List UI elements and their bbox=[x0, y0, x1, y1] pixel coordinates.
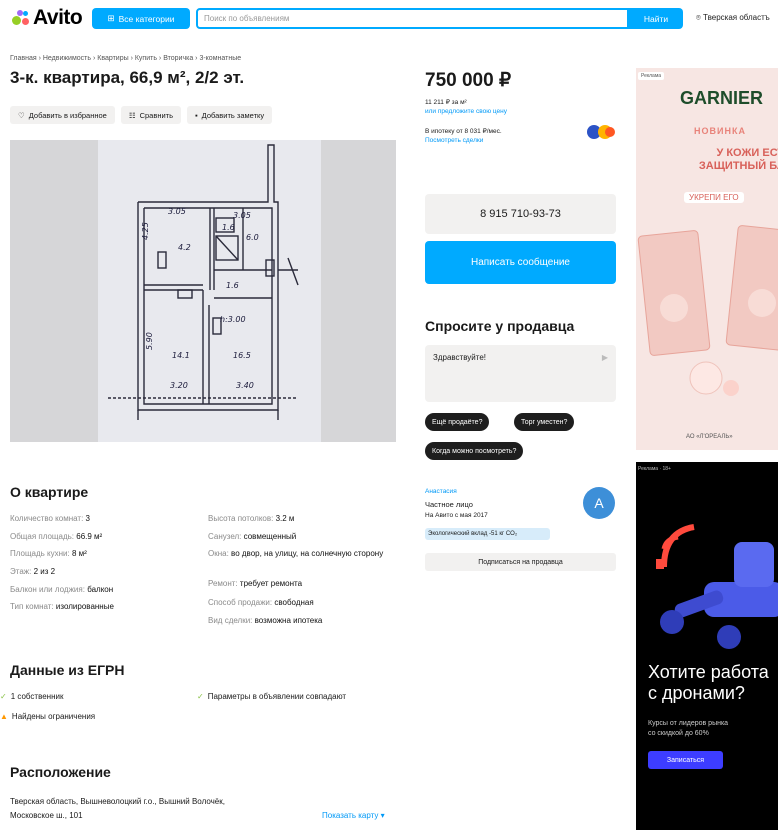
listing-title: 3-к. квартира, 66,9 м², 2/2 эт. bbox=[10, 68, 245, 87]
seller-name[interactable]: Анастасия bbox=[425, 488, 457, 495]
location-heading: Расположение bbox=[10, 764, 111, 780]
param-deal-type: Вид сделки: возможна ипотека bbox=[208, 616, 323, 625]
ad-label: Реклама bbox=[638, 72, 665, 80]
garnier-logo: GARNIER bbox=[680, 88, 764, 108]
add-note-button[interactable]: ▪ Добавить заметку bbox=[187, 106, 273, 124]
drone-course-ad[interactable]: Реклама · 18+ Хотите работа с дронами? К… bbox=[636, 462, 778, 830]
drone-image bbox=[656, 524, 778, 649]
param-balcony: Балкон или лоджия: балкон bbox=[10, 585, 114, 594]
plan-label-165: 16.5 bbox=[233, 351, 251, 360]
param-floor: Этаж: 2 из 2 bbox=[10, 567, 56, 576]
product-packs-image bbox=[637, 225, 778, 396]
plan-label-425: 4.25 bbox=[141, 222, 150, 240]
warning-icon: ▲ bbox=[0, 712, 8, 721]
chip-bargain[interactable]: Торг уместен? bbox=[514, 413, 575, 431]
param-room-type: Тип комнат: изолированные bbox=[10, 602, 114, 611]
ad-label: Реклама · 18+ bbox=[638, 466, 671, 472]
compare-icon: ☷ bbox=[128, 110, 136, 120]
send-icon[interactable]: ▶ bbox=[602, 353, 608, 362]
chip-viewing[interactable]: Когда можно посмотреть? bbox=[425, 442, 524, 460]
write-message-button[interactable]: Написать сообщение bbox=[425, 241, 616, 284]
plan-label-590: 5.90 bbox=[145, 332, 154, 350]
plan-label-141: 14.1 bbox=[172, 351, 190, 360]
plan-label-h300: h:3.00 bbox=[220, 315, 246, 324]
logo-text: Avito bbox=[33, 6, 83, 29]
location-pin-icon: ⌾ bbox=[696, 13, 701, 22]
egrn-restrictions[interactable]: ▲ Найдены ограничения bbox=[0, 712, 95, 721]
listing-photo[interactable]: 3.05 3.05 4.25 6.0 4.2 1.6 1.6 h:3.00 5.… bbox=[10, 140, 396, 442]
floorplan-image: 3.05 3.05 4.25 6.0 4.2 1.6 1.6 h:3.00 5.… bbox=[98, 140, 321, 442]
address: Тверская область, Вышневолоцкий г.о., Вы… bbox=[10, 797, 225, 820]
param-ceiling: Высота потолков: 3.2 м bbox=[208, 514, 295, 523]
egrn-params-match: ✓ Параметры в объявлении совпадают bbox=[197, 692, 347, 701]
grid-search-icon: ⊞ bbox=[107, 13, 115, 23]
ask-seller-heading: Спросите у продавца bbox=[425, 318, 575, 334]
param-renovation: Ремонт: требует ремонта bbox=[208, 579, 303, 588]
enroll-button[interactable]: Записаться bbox=[648, 751, 723, 769]
check-icon: ✓ bbox=[197, 692, 204, 701]
ad-headline: Хотите работа с дронами? bbox=[648, 662, 769, 703]
ad-description: Курсы от лидеров рынка со скидкой до 60% bbox=[648, 720, 729, 737]
param-bathroom: Санузел: совмещенный bbox=[208, 532, 297, 541]
check-icon: ✓ bbox=[0, 692, 7, 701]
search-button[interactable]: Найти bbox=[629, 8, 683, 29]
plan-label-340: 3.40 bbox=[236, 381, 254, 390]
price-per-m2: 11 211 ₽ за м² bbox=[425, 99, 467, 106]
plan-label-320: 3.20 bbox=[170, 381, 188, 390]
about-heading: О квартире bbox=[10, 484, 89, 500]
ad-new-label: НОВИНКА bbox=[694, 126, 746, 136]
garnier-ad[interactable]: Реклама GARNIER НОВИНКА У КОЖИ ЕСТЬ ЗАЩИ… bbox=[636, 68, 778, 450]
param-windows: Окна: во двор, на улицу, на солнечную ст… bbox=[208, 549, 384, 558]
search-input[interactable]: Поиск по объявлениям bbox=[196, 8, 629, 29]
ask-seller-input[interactable]: Здравствуйте! ▶ bbox=[425, 345, 616, 402]
plan-label-42: 4.2 bbox=[178, 243, 191, 252]
subscribe-seller-button[interactable]: Подписаться на продавца bbox=[425, 553, 616, 571]
heart-icon: ♡ bbox=[18, 110, 25, 120]
seller-type: Частное лицо bbox=[425, 500, 473, 509]
logo-dots-icon bbox=[12, 9, 30, 27]
plan-label-60: 6.0 bbox=[246, 233, 259, 242]
price: 750 000 ₽ bbox=[425, 70, 512, 91]
offer-price-link[interactable]: или предложите свою цену bbox=[425, 108, 507, 115]
plan-label-16-b: 1.6 bbox=[226, 281, 239, 290]
note-icon: ▪ bbox=[195, 110, 198, 120]
seller-avatar[interactable]: A bbox=[583, 487, 615, 519]
compare-button[interactable]: ☷ Сравнить bbox=[120, 106, 181, 124]
param-area: Общая площадь: 66.9 м² bbox=[10, 532, 103, 541]
bank-partners-icon bbox=[587, 125, 615, 139]
all-categories-button[interactable]: ⊞ Все категории bbox=[92, 8, 190, 29]
ad-advertiser: АО «Л'ОРЕАЛЬ» bbox=[686, 434, 733, 440]
region-selector[interactable]: ⌾ Тверская областъ bbox=[696, 13, 770, 23]
plan-label-305-a: 3.05 bbox=[168, 207, 186, 216]
plan-label-305-b: 3.05 bbox=[233, 211, 251, 220]
avito-logo[interactable]: Avito bbox=[12, 6, 83, 30]
eco-badge[interactable]: Экологический вклад -51 кг CO₂ bbox=[425, 528, 550, 540]
chip-still-selling[interactable]: Ещё продаёте? bbox=[425, 413, 490, 431]
floorplan-drawing: 3.05 3.05 4.25 6.0 4.2 1.6 1.6 h:3.00 5.… bbox=[108, 144, 299, 420]
add-favorite-button[interactable]: ♡ Добавить в избранное bbox=[10, 106, 115, 124]
seller-since: На Авито с мая 2017 bbox=[425, 512, 488, 519]
mortgage-info: В ипотеку от 8 031 ₽/мес. bbox=[425, 128, 502, 135]
ad-subline: УКРЕПИ ЕГО bbox=[684, 192, 744, 203]
param-kitchen: Площадь кухни: 8 м² bbox=[10, 549, 87, 558]
show-phone-button[interactable]: 8 915 710-93-73 bbox=[425, 194, 616, 234]
show-map-link[interactable]: Показать карту ▾ bbox=[322, 811, 385, 820]
listing-actions: ♡ Добавить в избранное ☷ Сравнить ▪ Доба… bbox=[10, 106, 273, 124]
top-header: Avito ⊞ Все категории Поиск по объявлени… bbox=[0, 0, 778, 36]
param-sale-method: Способ продажи: свободная bbox=[208, 598, 314, 607]
egrn-owners: ✓ 1 собственник bbox=[0, 692, 64, 701]
plan-label-16-a: 1.6 bbox=[222, 223, 235, 232]
egrn-heading: Данные из ЕГРН bbox=[10, 662, 125, 678]
ad-headline: У КОЖИ ЕСТЬ ЗАЩИТНЫЙ БАР bbox=[698, 147, 778, 172]
breadcrumb[interactable]: Главная › Недвижимость › Квартиры › Купи… bbox=[10, 55, 241, 62]
mortgage-link[interactable]: Посмотреть сделки bbox=[425, 137, 483, 144]
param-rooms: Количество комнат: 3 bbox=[10, 514, 90, 523]
